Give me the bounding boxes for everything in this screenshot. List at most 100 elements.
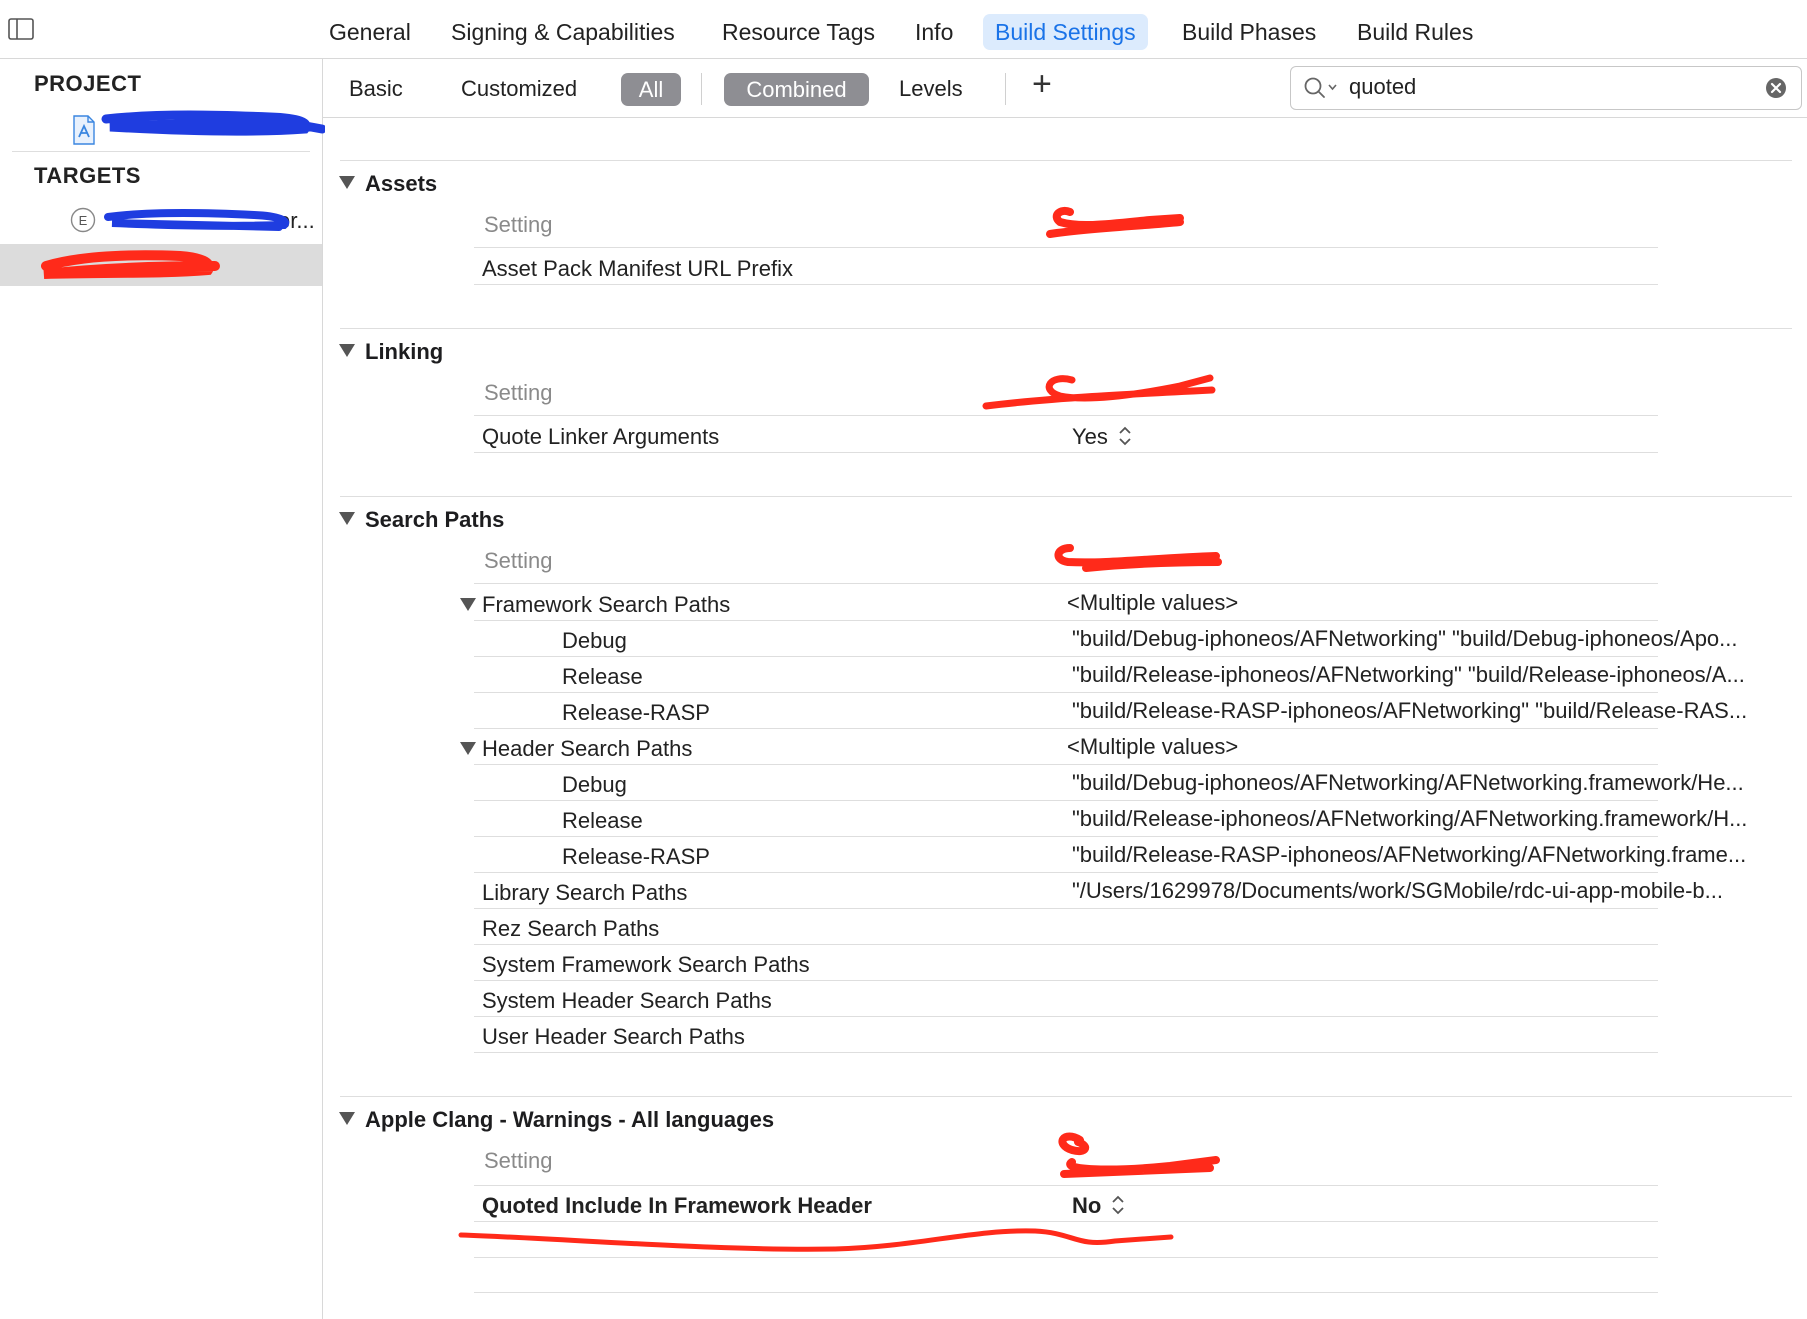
config-debug-label: Debug <box>562 628 627 653</box>
tab-info[interactable]: Info <box>903 14 965 50</box>
value-quote-linker-arguments[interactable]: Yes <box>1072 424 1132 450</box>
row-divider <box>474 583 1658 584</box>
row-divider <box>474 800 1658 801</box>
project-file-icon <box>73 115 95 145</box>
add-setting-button[interactable]: + <box>1026 67 1058 101</box>
view-levels-button[interactable]: Levels <box>893 72 969 106</box>
setting-asset-pack-manifest-url-prefix[interactable]: Asset Pack Manifest URL Prefix <box>482 256 793 282</box>
sidebar-item-target-extension[interactable]: E er... <box>0 199 322 241</box>
section-title-apple-clang-warnings[interactable]: Apple Clang - Warnings - All languages <box>365 1107 774 1133</box>
value-framework-search-paths[interactable]: <Multiple values> <box>1067 590 1767 616</box>
extension-target-icon: E <box>70 207 96 233</box>
row-divider <box>474 1257 1658 1258</box>
value-quoted-include-in-framework-header[interactable]: No <box>1072 1193 1125 1219</box>
disclosure-triangle-icon[interactable] <box>460 598 476 611</box>
setting-system-header-search-paths[interactable]: System Header Search Paths <box>482 988 772 1014</box>
disclosure-triangle-icon[interactable] <box>460 742 476 755</box>
stepper-chevron-icon <box>1119 426 1131 446</box>
tab-build-rules[interactable]: Build Rules <box>1345 14 1485 50</box>
value-framework-release[interactable]: "build/Release-iphoneos/AFNetworking" "b… <box>1072 662 1807 688</box>
redaction-scribble <box>101 110 325 136</box>
row-divider <box>474 1016 1658 1017</box>
disclosure-triangle-icon[interactable] <box>339 344 355 357</box>
value-text: Yes <box>1072 424 1108 449</box>
sidebar-item-target-app[interactable] <box>0 244 322 286</box>
tab-general[interactable]: General <box>317 14 423 50</box>
setting-user-header-search-paths[interactable]: User Header Search Paths <box>482 1024 745 1050</box>
config-release-rasp-label: Release-RASP <box>562 844 710 869</box>
tab-build-phases[interactable]: Build Phases <box>1170 14 1328 50</box>
value-text: No <box>1072 1193 1102 1218</box>
row-divider <box>474 656 1658 657</box>
config-release-rasp-label: Release-RASP <box>562 700 710 725</box>
filter-customized-button[interactable]: Customized <box>455 72 583 106</box>
tab-signing-capabilities[interactable]: Signing & Capabilities <box>439 14 687 50</box>
redaction-scribble <box>1058 1132 1220 1178</box>
row-divider <box>474 247 1658 248</box>
project-navigator: PROJECT TARGETS E er... <box>0 59 325 1319</box>
disclosure-triangle-icon[interactable] <box>339 512 355 525</box>
value-library-search-paths[interactable]: "/Users/1629978/Documents/work/SGMobile/… <box>1072 878 1807 904</box>
sidebar-toggle-icon[interactable] <box>8 18 34 40</box>
section-title-search-paths[interactable]: Search Paths <box>365 507 504 533</box>
disclosure-triangle-icon[interactable] <box>339 1112 355 1125</box>
row-divider <box>474 764 1658 765</box>
sidebar-divider <box>12 151 310 152</box>
value-header-release-rasp[interactable]: "build/Release-RASP-iphoneos/AFNetworkin… <box>1072 842 1807 868</box>
redaction-scribble <box>41 250 220 279</box>
setting-system-framework-search-paths[interactable]: System Framework Search Paths <box>482 952 810 978</box>
setting-framework-search-paths[interactable]: Framework Search Paths <box>482 592 730 618</box>
svg-text:E: E <box>79 213 88 228</box>
sidebar-item-project[interactable] <box>0 110 325 153</box>
setting-header-search-paths[interactable]: Header Search Paths <box>482 736 692 762</box>
section-title-assets[interactable]: Assets <box>365 171 437 197</box>
row-divider <box>474 980 1658 981</box>
config-debug-label: Debug <box>562 772 627 797</box>
stepper-chevron-icon <box>1112 1195 1125 1215</box>
row-divider <box>474 415 1658 416</box>
config-release-label: Release <box>562 664 643 689</box>
row-divider <box>474 1221 1658 1222</box>
value-framework-debug[interactable]: "build/Debug-iphoneos/AFNetworking" "bui… <box>1072 626 1807 652</box>
value-header-release[interactable]: "build/Release-iphoneos/AFNetworking/AFN… <box>1072 806 1807 832</box>
clear-search-icon[interactable] <box>1765 77 1787 99</box>
filter-basic-button[interactable]: Basic <box>343 72 409 106</box>
row-divider <box>474 836 1658 837</box>
section-title-linking[interactable]: Linking <box>365 339 443 365</box>
annotation-underline <box>458 1228 1174 1252</box>
filter-separator <box>701 73 702 105</box>
targets-header: TARGETS <box>34 163 141 188</box>
row-divider <box>474 908 1658 909</box>
row-divider <box>474 1052 1658 1053</box>
setting-quote-linker-arguments[interactable]: Quote Linker Arguments <box>482 424 719 450</box>
view-combined-button[interactable]: Combined <box>724 73 869 106</box>
setting-quoted-include-in-framework-header[interactable]: Quoted Include In Framework Header <box>482 1193 872 1219</box>
row-divider <box>474 452 1658 453</box>
row-divider <box>474 1185 1658 1186</box>
column-header-setting: Setting <box>484 548 553 573</box>
filter-all-button[interactable]: All <box>621 73 681 106</box>
tab-resource-tags[interactable]: Resource Tags <box>710 14 887 50</box>
row-divider <box>474 692 1658 693</box>
setting-library-search-paths[interactable]: Library Search Paths <box>482 880 687 906</box>
disclosure-triangle-icon[interactable] <box>339 176 355 189</box>
column-header-setting: Setting <box>484 380 553 405</box>
search-input[interactable] <box>1349 72 1749 102</box>
row-divider <box>474 872 1658 873</box>
filter-separator <box>1005 73 1006 105</box>
project-header: PROJECT <box>34 71 142 96</box>
row-divider <box>474 728 1658 729</box>
row-divider <box>474 944 1658 945</box>
value-framework-release-rasp[interactable]: "build/Release-RASP-iphoneos/AFNetworkin… <box>1072 698 1807 724</box>
row-divider <box>474 284 1658 285</box>
setting-rez-search-paths[interactable]: Rez Search Paths <box>482 916 659 942</box>
value-header-debug[interactable]: "build/Debug-iphoneos/AFNetworking/AFNet… <box>1072 770 1807 796</box>
redaction-scribble <box>104 209 290 231</box>
value-header-search-paths[interactable]: <Multiple values> <box>1067 734 1767 760</box>
settings-search-field[interactable] <box>1290 66 1802 110</box>
column-header-setting: Setting <box>484 1148 553 1173</box>
section-divider <box>340 1096 1792 1097</box>
row-divider <box>474 620 1658 621</box>
target-name-truncated: er... <box>278 208 315 233</box>
tab-build-settings[interactable]: Build Settings <box>983 14 1148 50</box>
